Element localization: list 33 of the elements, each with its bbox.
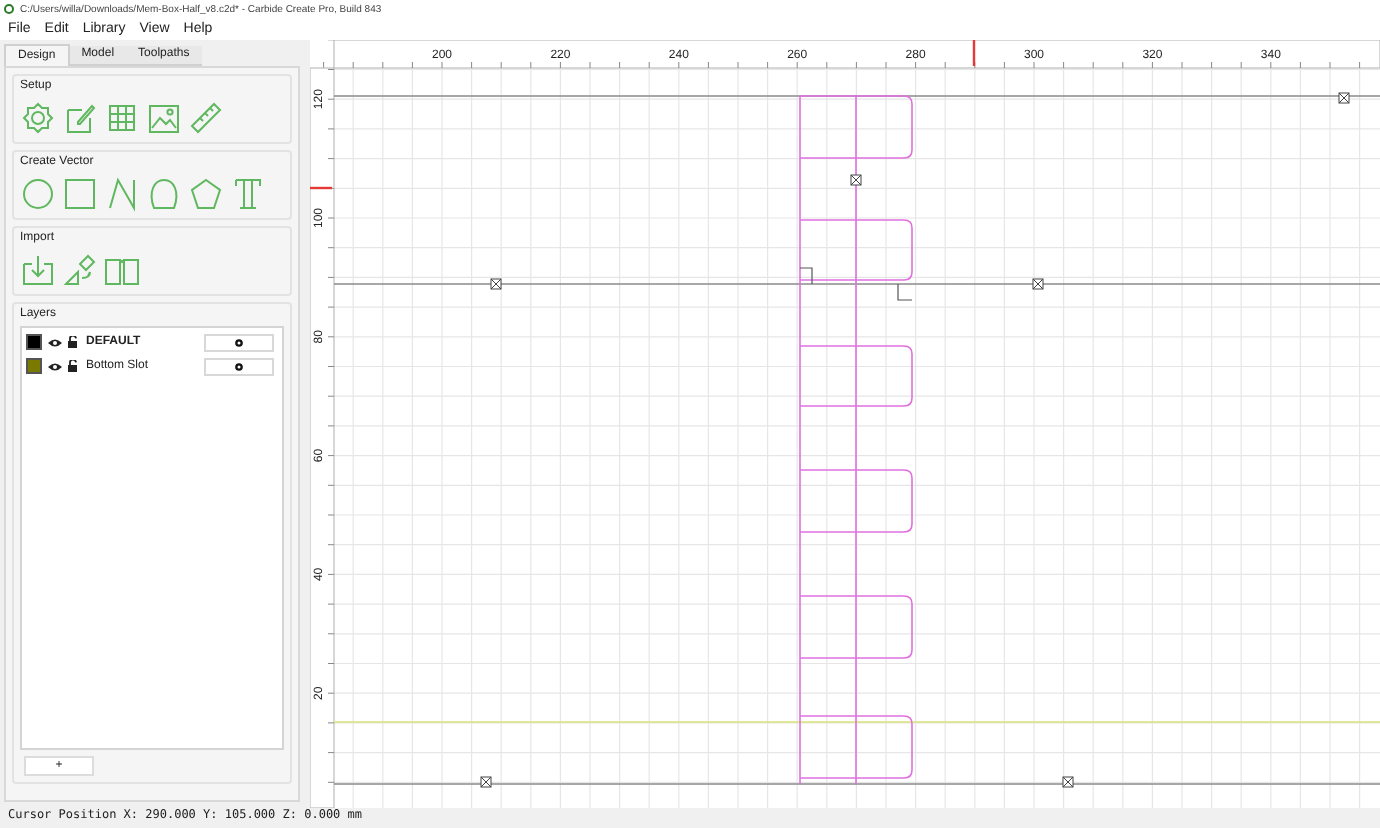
square-icon[interactable] (62, 176, 98, 212)
layer-settings-button[interactable] (204, 357, 274, 375)
ruler-icon[interactable] (188, 100, 224, 136)
pentagon-icon[interactable] (188, 176, 224, 212)
corner-mark (799, 267, 913, 301)
layer-color-swatch[interactable] (26, 358, 42, 374)
edit-icon[interactable] (62, 100, 98, 136)
cursor-marker (310, 186, 332, 190)
gear-icon (234, 337, 244, 347)
anchor-marker (490, 278, 502, 290)
text-tool-icon[interactable] (230, 176, 266, 212)
lock-icon[interactable] (68, 336, 80, 348)
eye-icon[interactable] (48, 337, 62, 347)
grid-icon[interactable] (104, 100, 140, 136)
anchor-marker (480, 776, 492, 788)
circle-icon[interactable] (20, 176, 56, 212)
trace-icon[interactable] (62, 252, 98, 288)
gear-icon[interactable] (20, 100, 56, 136)
polyline-icon[interactable] (104, 176, 140, 212)
gear-icon (234, 361, 244, 371)
cursor-marker (972, 40, 976, 66)
anchor-marker (1032, 278, 1044, 290)
import-icon[interactable] (20, 252, 56, 288)
layer-color-swatch[interactable] (26, 334, 42, 350)
lock-icon[interactable] (68, 360, 80, 372)
anchor-marker (850, 174, 862, 186)
app-icon (4, 4, 14, 14)
anchor-marker (1062, 776, 1074, 788)
anchor-marker (1338, 92, 1350, 104)
layer-settings-button[interactable] (204, 333, 274, 351)
image-icon[interactable] (146, 100, 182, 136)
eye-icon[interactable] (48, 361, 62, 371)
curve-icon[interactable] (146, 176, 182, 212)
